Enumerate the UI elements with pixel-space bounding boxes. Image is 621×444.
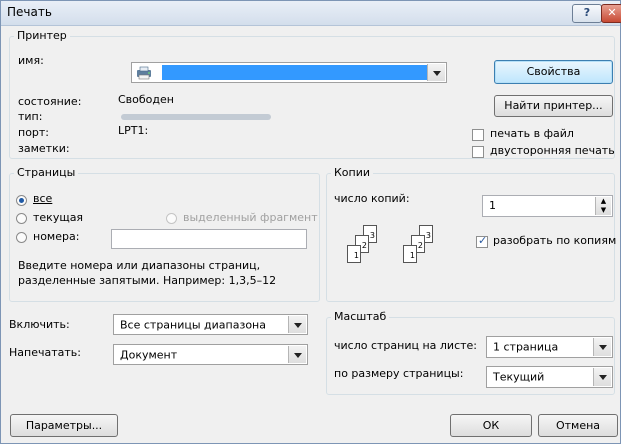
printer-name-select[interactable] bbox=[131, 62, 447, 83]
include-select[interactable]: Все страницы диапазона bbox=[113, 314, 308, 335]
printer-group-label: Принтер bbox=[14, 29, 70, 42]
collate-label[interactable]: разобрать по копиям bbox=[493, 234, 616, 247]
pages-all-label[interactable]: все bbox=[33, 192, 52, 205]
copies-count-label: число копий: bbox=[334, 192, 410, 205]
pages-all-radio[interactable] bbox=[16, 195, 27, 206]
properties-button-label: Свойства bbox=[526, 65, 581, 78]
print-dialog: Печать ? ✕ Принтер имя: состояние: Свобо… bbox=[0, 0, 621, 444]
print-to-file-checkbox[interactable] bbox=[472, 129, 484, 141]
collate-checkbox[interactable] bbox=[476, 234, 488, 248]
scale-label: по размеру страницы: bbox=[334, 367, 464, 380]
help-icon: ? bbox=[583, 6, 591, 19]
chevron-down-icon[interactable] bbox=[593, 338, 611, 356]
close-button[interactable]: ✕ bbox=[601, 4, 621, 23]
chevron-down-icon[interactable] bbox=[427, 64, 445, 81]
duplex-checkbox[interactable] bbox=[472, 146, 484, 158]
printer-comments-label: заметки: bbox=[18, 142, 70, 155]
help-button[interactable]: ? bbox=[572, 4, 602, 23]
print-what-select[interactable]: Документ bbox=[113, 344, 308, 365]
printer-icon bbox=[135, 66, 153, 80]
printer-name-label: имя: bbox=[18, 54, 44, 67]
chevron-down-icon[interactable] bbox=[288, 346, 306, 363]
options-button[interactable]: Параметры... bbox=[10, 414, 118, 437]
printer-port-value: LPT1: bbox=[118, 124, 149, 137]
pages-current-label[interactable]: текущая bbox=[33, 211, 83, 224]
ok-button-label: ОК bbox=[482, 419, 500, 432]
pages-group-label: Страницы bbox=[14, 166, 79, 179]
copies-group-label: Копии bbox=[331, 166, 374, 179]
copies-count-value: 1 bbox=[489, 199, 496, 212]
ok-button[interactable]: ОК bbox=[450, 414, 532, 437]
scale-select[interactable]: Текущий bbox=[486, 366, 613, 388]
pages-selection-label: выделенный фрагмент bbox=[183, 211, 318, 224]
copies-count-spinner[interactable]: 1 ▲ ▼ bbox=[482, 195, 613, 217]
pages-range-radio[interactable] bbox=[16, 232, 27, 243]
include-value: Все страницы диапазона bbox=[120, 318, 266, 331]
properties-button[interactable]: Свойства bbox=[494, 60, 613, 84]
printer-type-label: тип: bbox=[18, 110, 43, 123]
zoom-group-label: Масштаб bbox=[331, 310, 390, 323]
print-to-file-label[interactable]: печать в файл bbox=[490, 127, 574, 140]
print-what-value: Документ bbox=[120, 348, 178, 361]
collate-page-icon: 1 bbox=[347, 245, 361, 263]
printer-port-label: порт: bbox=[18, 126, 50, 139]
find-printer-button-label: Найти принтер... bbox=[504, 99, 603, 112]
printer-status-value: Свободен bbox=[118, 93, 174, 106]
scale-value: Текущий bbox=[493, 370, 545, 384]
pages-hint-line-1: Введите номера или диапазоны страниц, bbox=[18, 259, 261, 272]
find-printer-button[interactable]: Найти принтер... bbox=[494, 95, 613, 117]
close-icon: ✕ bbox=[607, 6, 617, 19]
pages-current-radio[interactable] bbox=[16, 213, 27, 224]
collate-illustration: 3 2 1 3 2 1 bbox=[337, 225, 447, 285]
include-label: Включить: bbox=[9, 318, 70, 331]
title-bar: Печать ? ✕ bbox=[1, 1, 621, 26]
window-title: Печать bbox=[7, 5, 52, 19]
printer-status-label: состояние: bbox=[18, 95, 82, 108]
pages-range-label[interactable]: номера: bbox=[33, 230, 79, 243]
options-button-label: Параметры... bbox=[25, 419, 103, 432]
printer-name-highlight bbox=[162, 65, 428, 80]
chevron-down-icon[interactable] bbox=[288, 316, 306, 333]
pages-per-sheet-select[interactable]: 1 страница bbox=[486, 336, 613, 358]
spinner-arrows-icon[interactable]: ▲ ▼ bbox=[595, 197, 611, 215]
pages-hint-line-2: разделенные запятыми. Например: 1,3,5–12 bbox=[18, 274, 277, 287]
collate-page-icon: 1 bbox=[403, 245, 417, 263]
pages-per-sheet-value: 1 страница bbox=[493, 340, 559, 354]
print-what-label: Напечатать: bbox=[9, 346, 81, 359]
pages-selection-radio bbox=[166, 213, 177, 224]
chevron-down-icon[interactable] bbox=[593, 368, 611, 386]
pages-per-sheet-label: число страниц на листе: bbox=[334, 339, 477, 352]
cancel-button-label: Отмена bbox=[555, 419, 601, 432]
duplex-label[interactable]: двусторонняя печать bbox=[490, 144, 615, 157]
printer-type-value-blurred bbox=[121, 114, 271, 120]
cancel-button[interactable]: Отмена bbox=[538, 414, 618, 437]
pages-range-input[interactable] bbox=[111, 229, 307, 249]
